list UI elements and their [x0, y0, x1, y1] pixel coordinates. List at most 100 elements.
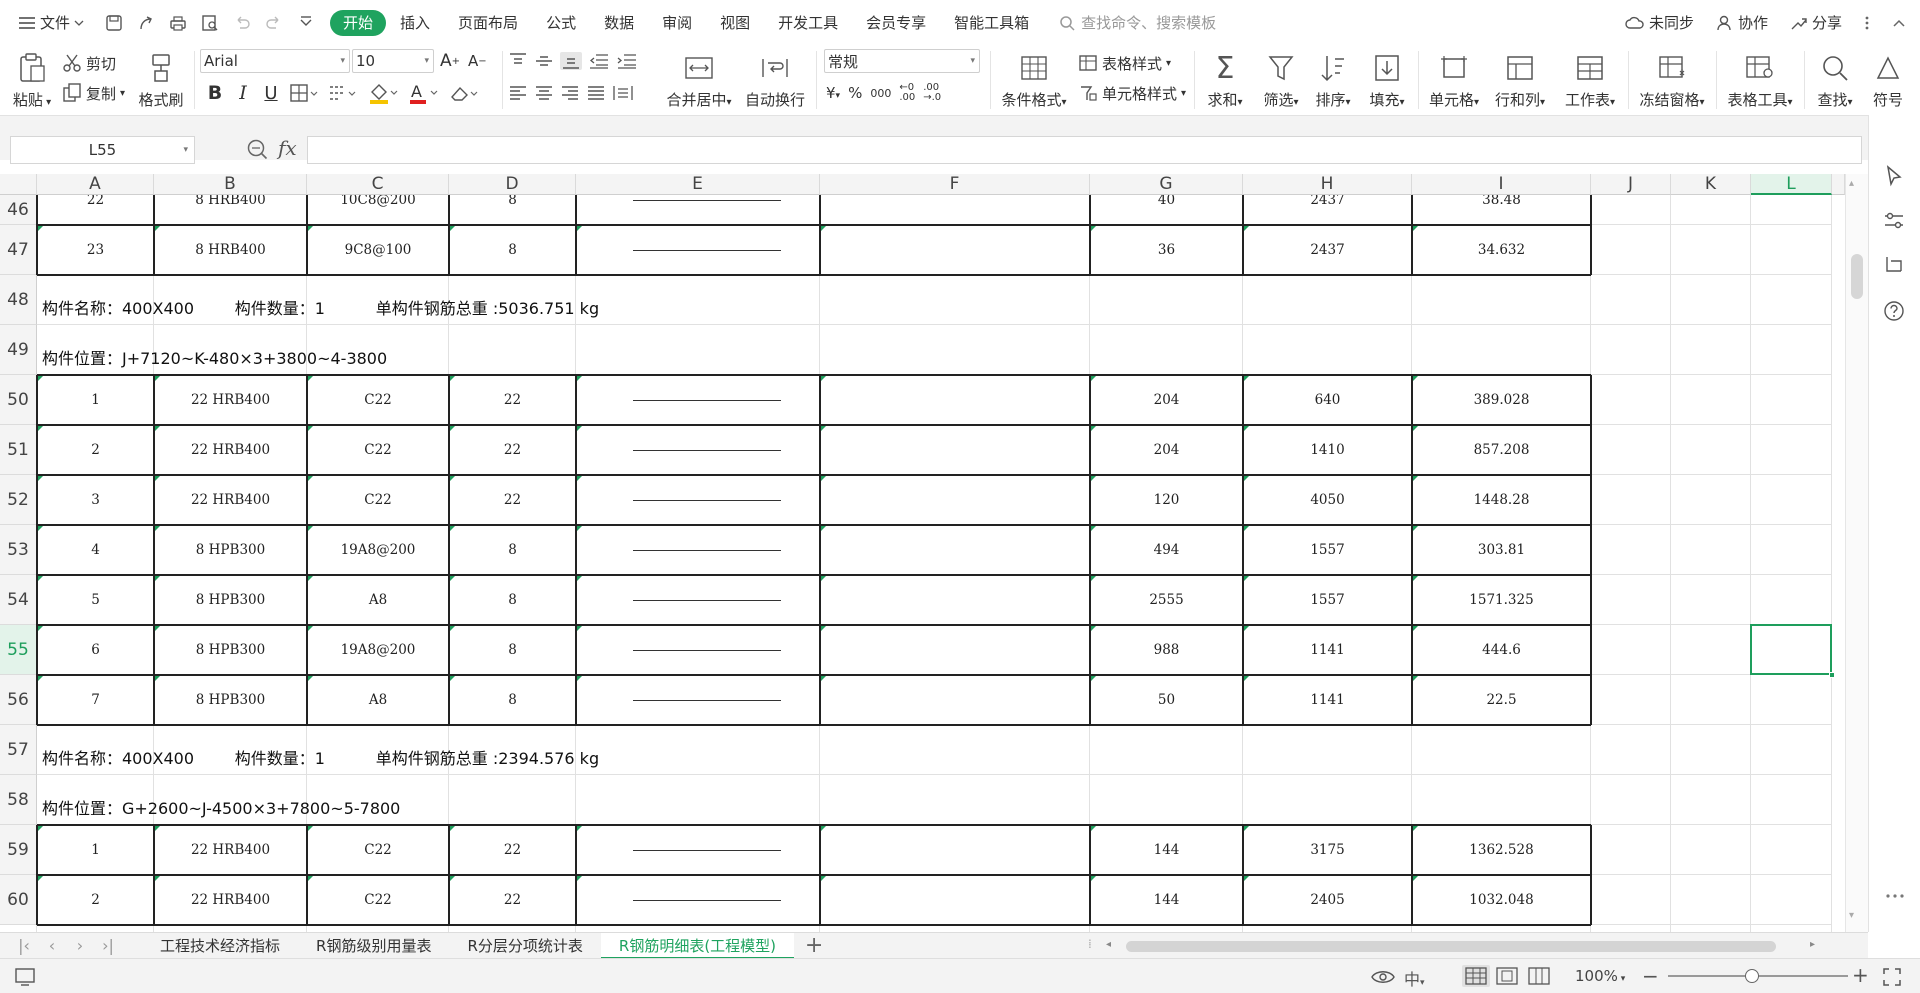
table-cell[interactable]: 22.5: [1412, 675, 1591, 725]
currency-icon[interactable]: ¥▾: [826, 84, 840, 102]
scroll-down-icon[interactable]: ▾: [1849, 910, 1854, 921]
table-cell[interactable]: 8: [449, 625, 576, 675]
underline-icon[interactable]: U: [260, 81, 282, 105]
copy-button[interactable]: 复制 ▾: [62, 81, 125, 105]
redo-icon[interactable]: [260, 9, 288, 37]
borders-icon[interactable]: [290, 81, 318, 105]
table-cell[interactable]: 22: [449, 825, 576, 875]
table-cell[interactable]: 444.6: [1412, 625, 1591, 675]
zoom-level[interactable]: 100% ▾: [1575, 967, 1625, 985]
table-cell[interactable]: [820, 625, 1090, 675]
sheet-tab[interactable]: 工程技术经济指标: [142, 933, 298, 959]
fill-handle[interactable]: [1829, 672, 1835, 678]
row-col-button[interactable]: 行和列▾: [1490, 51, 1550, 110]
table-cell[interactable]: 22 HRB400: [154, 425, 307, 475]
table-cell[interactable]: 144: [1090, 825, 1243, 875]
command-search[interactable]: 查找命令、搜索模板: [1059, 12, 1216, 33]
row-header[interactable]: 58: [0, 775, 37, 825]
save-icon[interactable]: [100, 9, 128, 37]
table-cell[interactable]: 2: [37, 875, 154, 925]
add-sheet-button[interactable]: +: [800, 933, 828, 959]
table-cell[interactable]: 8 HPB300: [154, 525, 307, 575]
file-menu-button[interactable]: 文件: [0, 0, 94, 45]
column-header[interactable]: I: [1412, 174, 1591, 195]
table-cell[interactable]: 3: [37, 475, 154, 525]
table-cell[interactable]: 1571.325: [1412, 575, 1591, 625]
table-cell[interactable]: 1141: [1243, 675, 1412, 725]
indent-increase-icon[interactable]: [616, 52, 638, 70]
table-cell[interactable]: 1557: [1243, 575, 1412, 625]
normal-view-icon[interactable]: [1462, 965, 1490, 987]
column-header[interactable]: K: [1671, 174, 1751, 195]
table-cell[interactable]: A8: [307, 675, 449, 725]
table-cell[interactable]: 50: [1090, 675, 1243, 725]
table-cell[interactable]: [820, 825, 1090, 875]
collaborate-button[interactable]: 协作: [1716, 12, 1768, 33]
print-preview-icon[interactable]: [196, 9, 224, 37]
table-cell[interactable]: 204: [1090, 375, 1243, 425]
settings-sliders-icon[interactable]: [1883, 210, 1905, 232]
table-cell[interactable]: 2437: [1243, 225, 1412, 275]
justify-icon[interactable]: [586, 84, 606, 102]
table-cell[interactable]: 22: [449, 475, 576, 525]
column-header[interactable]: C: [307, 174, 449, 195]
align-top-icon[interactable]: [508, 52, 528, 70]
table-cell[interactable]: 8: [449, 525, 576, 575]
column-header[interactable]: E: [576, 174, 820, 195]
insert-function-icon[interactable]: fx: [278, 136, 297, 160]
table-cell[interactable]: 22 HRB400: [154, 825, 307, 875]
table-cell[interactable]: 1: [37, 375, 154, 425]
table-cell[interactable]: 303.81: [1412, 525, 1591, 575]
customize-toolbar-icon[interactable]: [292, 9, 320, 37]
column-header[interactable]: F: [820, 174, 1090, 195]
wrap-text-button[interactable]: 自动换行: [744, 51, 806, 110]
table-cell[interactable]: [820, 575, 1090, 625]
page-break-view-icon[interactable]: [1528, 967, 1550, 985]
table-cell[interactable]: 7: [37, 675, 154, 725]
sheet-tab[interactable]: R钢筋级别用量表: [298, 933, 449, 959]
name-box[interactable]: L55 ▾: [10, 136, 195, 164]
freeze-panes-button[interactable]: 冻结窗格▾: [1636, 51, 1708, 110]
row-header[interactable]: 52: [0, 475, 37, 525]
table-cell[interactable]: 19A8@200: [307, 625, 449, 675]
row-header[interactable]: 59: [0, 825, 37, 875]
more-options-icon[interactable]: [1864, 15, 1870, 31]
row-header[interactable]: 60: [0, 875, 37, 925]
tab-6[interactable]: 视图: [706, 10, 764, 36]
align-left-icon[interactable]: [508, 84, 528, 102]
row-header[interactable]: 56: [0, 675, 37, 725]
conditional-format-button[interactable]: 条件格式▾: [998, 51, 1070, 110]
scroll-left-icon[interactable]: ◂: [1106, 939, 1111, 950]
distribute-icon[interactable]: [612, 84, 634, 102]
more-icon[interactable]: [1885, 893, 1905, 899]
table-cell[interactable]: 3175: [1243, 825, 1412, 875]
table-cell[interactable]: 23: [37, 225, 154, 275]
table-cell[interactable]: 144: [1090, 875, 1243, 925]
help-icon[interactable]: [1883, 300, 1905, 322]
row-header[interactable]: 50: [0, 375, 37, 425]
tab-9[interactable]: 智能工具箱: [940, 10, 1043, 36]
italic-icon[interactable]: I: [232, 81, 254, 105]
sync-status-button[interactable]: 未同步: [1625, 12, 1694, 33]
table-cell[interactable]: [820, 375, 1090, 425]
table-cell[interactable]: C22: [307, 875, 449, 925]
merge-center-button[interactable]: 合并居中▾: [664, 51, 734, 110]
vertical-scroll-thumb[interactable]: [1851, 254, 1863, 299]
cell-style-button[interactable]: 单元格样式 ▾: [1078, 81, 1186, 105]
table-cell[interactable]: [820, 675, 1090, 725]
tab-4[interactable]: 数据: [590, 10, 648, 36]
table-cell[interactable]: 8 HRB400: [154, 225, 307, 275]
table-cell[interactable]: 1557: [1243, 525, 1412, 575]
table-cell[interactable]: 1032.048: [1412, 875, 1591, 925]
column-header[interactable]: L: [1751, 174, 1832, 195]
tab-8[interactable]: 会员专享: [852, 10, 940, 36]
worksheet-button[interactable]: 工作表▾: [1560, 51, 1620, 110]
table-cell[interactable]: 22: [449, 425, 576, 475]
table-cell[interactable]: C22: [307, 375, 449, 425]
table-cell[interactable]: 36: [1090, 225, 1243, 275]
table-cell[interactable]: 22: [449, 875, 576, 925]
row-header[interactable]: 54: [0, 575, 37, 625]
table-cell[interactable]: [820, 525, 1090, 575]
column-header[interactable]: J: [1591, 174, 1671, 195]
align-bottom-icon[interactable]: [560, 52, 582, 70]
